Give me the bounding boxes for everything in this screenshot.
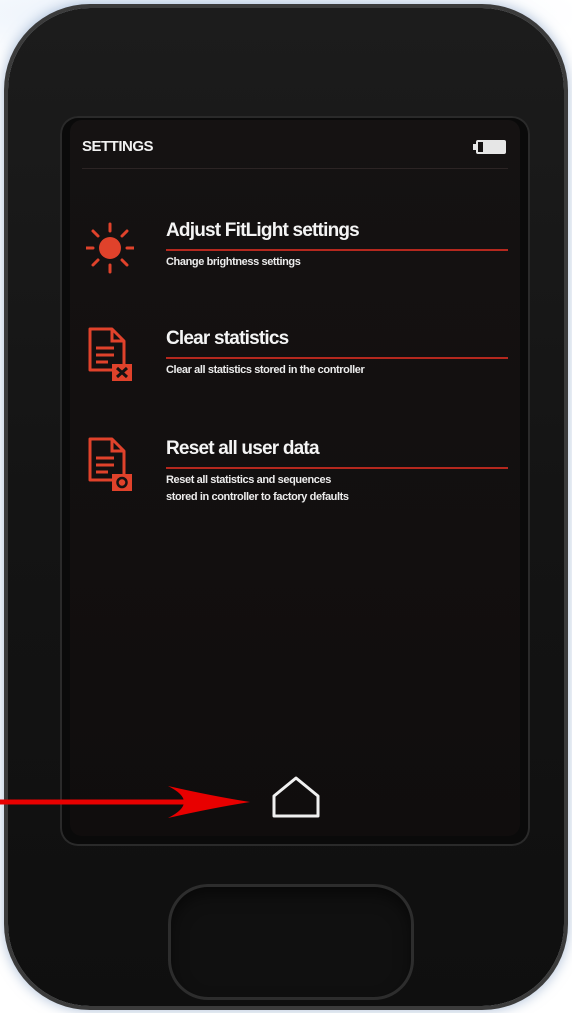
menu-item-title: Reset all user data <box>166 438 320 459</box>
sun-icon <box>86 222 134 274</box>
menu-item-title: Adjust FitLight settings <box>166 220 360 241</box>
home-icon[interactable] <box>268 774 324 822</box>
divider <box>166 357 508 359</box>
screen-header: SETTINGS <box>82 134 508 169</box>
divider <box>166 249 508 251</box>
menu-item-clear-statistics[interactable]: Clear statistics Clear all statistics st… <box>70 326 520 416</box>
menu-item-subtitle: Reset all statistics and sequences store… <box>166 474 349 503</box>
menu-item-subtitle: Change brightness settings <box>166 256 301 268</box>
document-delete-icon <box>88 327 132 381</box>
menu-item-reset-user-data[interactable]: Reset all user data Reset all statistics… <box>70 436 520 526</box>
red-arrow-icon <box>0 786 250 818</box>
divider <box>166 467 508 469</box>
battery-icon <box>473 140 506 154</box>
physical-home-button[interactable] <box>168 884 414 1000</box>
document-reset-icon <box>88 437 132 491</box>
page-title: SETTINGS <box>82 138 154 155</box>
menu-item-adjust-settings[interactable]: Adjust FitLight settings Change brightne… <box>70 218 520 308</box>
menu-item-title: Clear statistics <box>166 328 289 349</box>
menu-item-subtitle: Clear all statistics stored in the contr… <box>166 364 365 376</box>
device-body: SETTINGS Adjust FitLight settings Change… <box>8 8 564 1006</box>
device-screen: SETTINGS Adjust FitLight settings Change… <box>70 120 520 836</box>
